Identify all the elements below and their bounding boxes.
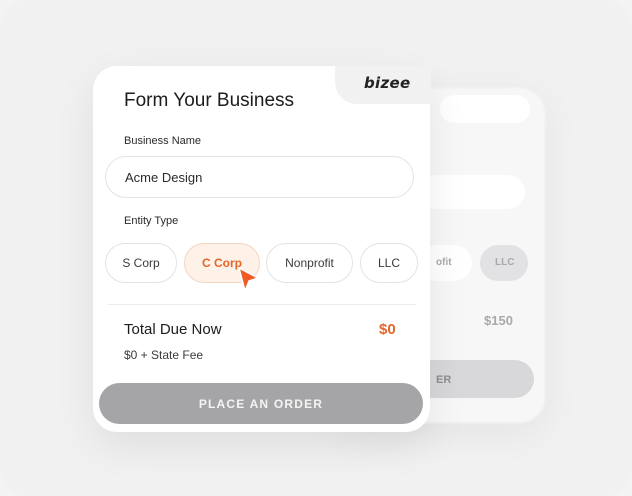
entity-type-label: Entity Type (124, 215, 179, 227)
business-name-input[interactable]: Acme Design (105, 156, 414, 198)
state-fee-note: $0 + State Fee (124, 348, 204, 362)
background-chip-nonprofit-label: ofit (436, 257, 452, 268)
form-title: Form Your Business (124, 90, 295, 111)
entity-option-llc[interactable]: LLC (360, 243, 418, 283)
total-due-value: $0 (379, 321, 396, 338)
pointer-cursor-icon (238, 267, 259, 292)
divider (108, 304, 416, 305)
entity-option-nonprofit[interactable]: Nonprofit (266, 243, 353, 283)
business-name-value: Acme Design (125, 170, 203, 185)
screen: ofit LLC $150 ER bizee Form Your Busines… (0, 0, 632, 496)
business-name-label: Business Name (124, 135, 202, 147)
background-pill (440, 95, 530, 123)
total-due-label: Total Due Now (124, 321, 222, 338)
bizee-logo: bizee (364, 74, 411, 92)
background-order-button-label: ER (436, 374, 452, 386)
place-order-button[interactable]: PLACE AN ORDER (99, 383, 423, 424)
entity-option-s-corp[interactable]: S Corp (105, 243, 177, 283)
background-chip-llc-label: LLC (495, 257, 515, 268)
background-input (420, 175, 525, 209)
background-price: $150 (484, 313, 513, 328)
